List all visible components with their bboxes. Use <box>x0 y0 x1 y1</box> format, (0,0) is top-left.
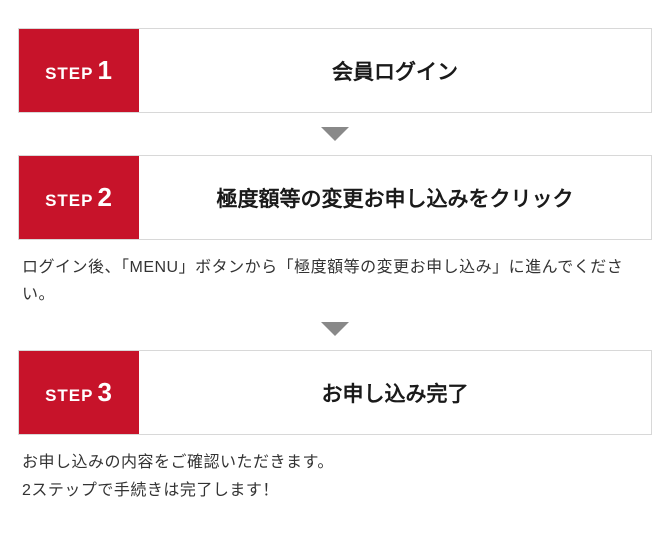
step-word: STEP <box>45 64 93 84</box>
step-title-3: お申し込み完了 <box>139 351 651 434</box>
step-number: 1 <box>97 55 112 86</box>
step-word: STEP <box>45 191 93 211</box>
arrow-down-icon <box>321 322 349 336</box>
step-row-2: STEP 2 極度額等の変更お申し込みをクリック <box>18 155 652 240</box>
step-description-3: お申し込みの内容をご確認いただきます。2ステップで手続きは完了します！ <box>18 435 652 503</box>
step-title-2: 極度額等の変更お申し込みをクリック <box>139 156 651 239</box>
arrow-down-icon <box>321 127 349 141</box>
step-badge-1: STEP 1 <box>19 29 139 112</box>
step-row-3: STEP 3 お申し込み完了 <box>18 350 652 435</box>
step-number: 2 <box>97 182 112 213</box>
step-description-2: ログイン後、「MENU」ボタンから「極度額等の変更お申し込み」に進んでください。 <box>18 240 652 308</box>
step-badge-2: STEP 2 <box>19 156 139 239</box>
step-word: STEP <box>45 386 93 406</box>
step-row-1: STEP 1 会員ログイン <box>18 28 652 113</box>
step-number: 3 <box>97 377 112 408</box>
step-badge-3: STEP 3 <box>19 351 139 434</box>
step-title-1: 会員ログイン <box>139 29 651 112</box>
